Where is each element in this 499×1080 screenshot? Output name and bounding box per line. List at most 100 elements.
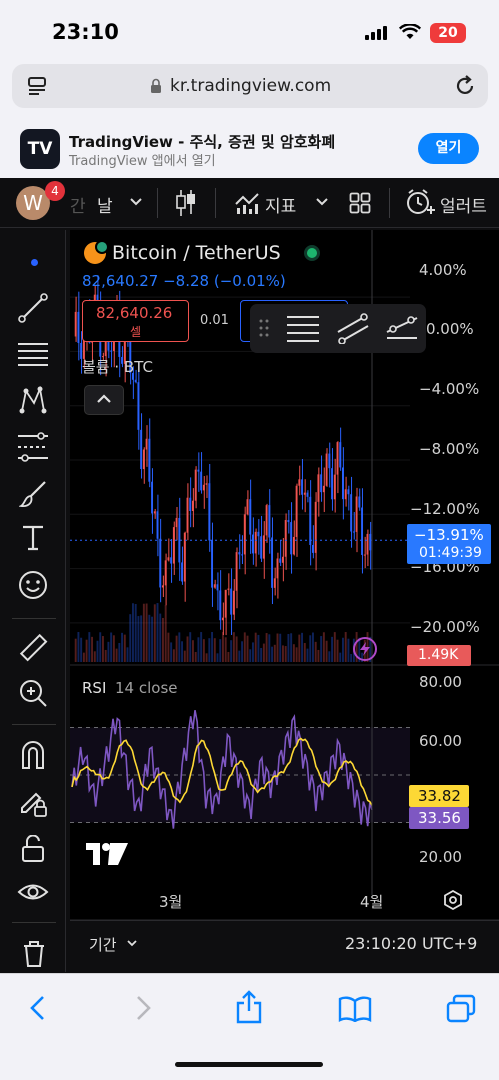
candle-body bbox=[366, 533, 369, 555]
pitchfork-icon[interactable] bbox=[385, 312, 419, 344]
volume-bar bbox=[222, 632, 224, 662]
volume-bar bbox=[232, 632, 235, 662]
volume-bar bbox=[93, 651, 96, 662]
interval-partial: 간 bbox=[70, 197, 86, 217]
price-axis-label: −12.00% bbox=[410, 500, 480, 518]
volume-bar bbox=[295, 647, 298, 662]
candle-body bbox=[205, 483, 208, 485]
volume-bar bbox=[292, 644, 295, 662]
drag-handle-icon[interactable] bbox=[258, 318, 270, 338]
url-text[interactable]: kr.tradingview.com bbox=[170, 76, 331, 96]
trash-icon[interactable] bbox=[22, 940, 46, 968]
market-status-icon[interactable] bbox=[304, 245, 320, 261]
open-app-button[interactable]: 열기 bbox=[418, 133, 479, 164]
tradingview-watermark-icon bbox=[86, 843, 128, 865]
fib-lines-icon[interactable] bbox=[17, 340, 49, 370]
candle-body bbox=[145, 438, 148, 450]
candle-body bbox=[273, 578, 276, 588]
volume-bar bbox=[200, 632, 203, 662]
candle-body bbox=[333, 474, 336, 500]
volume-bar bbox=[156, 603, 159, 662]
volume-label: 볼륨 · BTC bbox=[82, 358, 153, 376]
zoom-in-icon[interactable] bbox=[18, 678, 48, 708]
volume-bar bbox=[342, 637, 344, 662]
candle-body bbox=[194, 469, 197, 501]
chevron-down-icon[interactable] bbox=[127, 940, 137, 947]
emoji-icon[interactable] bbox=[18, 570, 48, 600]
volume-bar bbox=[246, 635, 249, 662]
volume-bar bbox=[219, 639, 222, 662]
candle-body bbox=[227, 588, 230, 590]
parallel-channel-icon[interactable] bbox=[336, 312, 370, 344]
back-icon[interactable] bbox=[28, 995, 46, 1021]
toolbar-divider bbox=[157, 188, 158, 218]
price-axis-label: −4.00% bbox=[419, 380, 480, 398]
cursor-dot-icon[interactable] bbox=[31, 259, 38, 266]
pattern-icon[interactable] bbox=[18, 385, 48, 415]
volume-bar bbox=[102, 636, 104, 662]
lightning-icon[interactable] bbox=[358, 641, 372, 657]
volume-bar bbox=[350, 653, 353, 662]
forward-icon[interactable] bbox=[135, 995, 153, 1021]
interval-button[interactable]: 날 bbox=[97, 192, 113, 217]
candle-body bbox=[197, 469, 200, 472]
volume-bar bbox=[235, 636, 238, 662]
volume-bar bbox=[309, 635, 312, 662]
candle-body bbox=[257, 531, 260, 537]
settings-icon[interactable] bbox=[443, 890, 463, 910]
reload-icon[interactable] bbox=[453, 74, 477, 98]
volume-bar bbox=[151, 616, 154, 662]
period-button[interactable]: 기간 bbox=[89, 934, 117, 955]
chevron-down-icon[interactable] bbox=[130, 198, 142, 206]
volume-bar bbox=[331, 636, 334, 662]
candle-body bbox=[268, 505, 271, 538]
lock-drawing-icon[interactable] bbox=[18, 788, 48, 818]
text-tool-icon[interactable] bbox=[21, 525, 45, 551]
battery-indicator: 20 bbox=[430, 23, 466, 43]
volume-bar bbox=[290, 633, 293, 662]
magnet-icon[interactable] bbox=[19, 740, 47, 770]
visibility-icon[interactable] bbox=[17, 879, 49, 907]
volume-bar bbox=[197, 637, 200, 662]
brush-icon[interactable] bbox=[19, 480, 47, 508]
indicators-icon[interactable] bbox=[234, 190, 260, 216]
bookmarks-icon[interactable] bbox=[338, 996, 372, 1022]
chevron-up-icon[interactable] bbox=[96, 394, 112, 404]
candle-body bbox=[186, 497, 189, 533]
reader-mode-icon[interactable] bbox=[27, 75, 49, 97]
symbol-title[interactable]: Bitcoin / TetherUS bbox=[112, 242, 281, 264]
tether-icon bbox=[95, 240, 109, 254]
volume-bar bbox=[249, 649, 252, 662]
ruler-icon[interactable] bbox=[18, 633, 48, 663]
candle-body bbox=[156, 511, 159, 539]
candles-icon[interactable] bbox=[175, 188, 197, 218]
volume-bar bbox=[181, 641, 184, 662]
alerts-label[interactable]: 얼러트 bbox=[440, 192, 487, 217]
candle-body bbox=[140, 429, 143, 470]
candle-body bbox=[309, 496, 312, 546]
alarm-clock-icon[interactable] bbox=[405, 188, 435, 218]
indicators-label[interactable]: 지표 bbox=[265, 192, 296, 217]
trend-line-icon[interactable] bbox=[18, 293, 48, 323]
volume-bar bbox=[167, 632, 170, 662]
layouts-icon[interactable] bbox=[349, 192, 371, 214]
candle-body bbox=[202, 484, 205, 491]
unlock-icon[interactable] bbox=[21, 835, 45, 863]
volume-bar bbox=[344, 632, 347, 662]
candle-body bbox=[110, 350, 113, 352]
candle-body bbox=[235, 552, 238, 591]
volume-bar bbox=[186, 636, 189, 662]
tabs-icon[interactable] bbox=[446, 994, 476, 1024]
rsi-ma-value: 33.56 bbox=[418, 809, 461, 827]
projection-icon[interactable] bbox=[17, 432, 49, 462]
volume-bar bbox=[172, 649, 175, 662]
horizontal-lines-icon[interactable] bbox=[286, 314, 320, 342]
volume-bar bbox=[80, 637, 83, 662]
volume-bar bbox=[284, 646, 287, 662]
candle-body bbox=[243, 514, 246, 555]
share-icon[interactable] bbox=[235, 990, 263, 1024]
chevron-down-icon[interactable] bbox=[316, 198, 328, 206]
volume-bar bbox=[252, 642, 254, 662]
candle-body bbox=[164, 560, 167, 586]
timezone-clock[interactable]: 23:10:20 UTC+9 bbox=[345, 934, 477, 953]
